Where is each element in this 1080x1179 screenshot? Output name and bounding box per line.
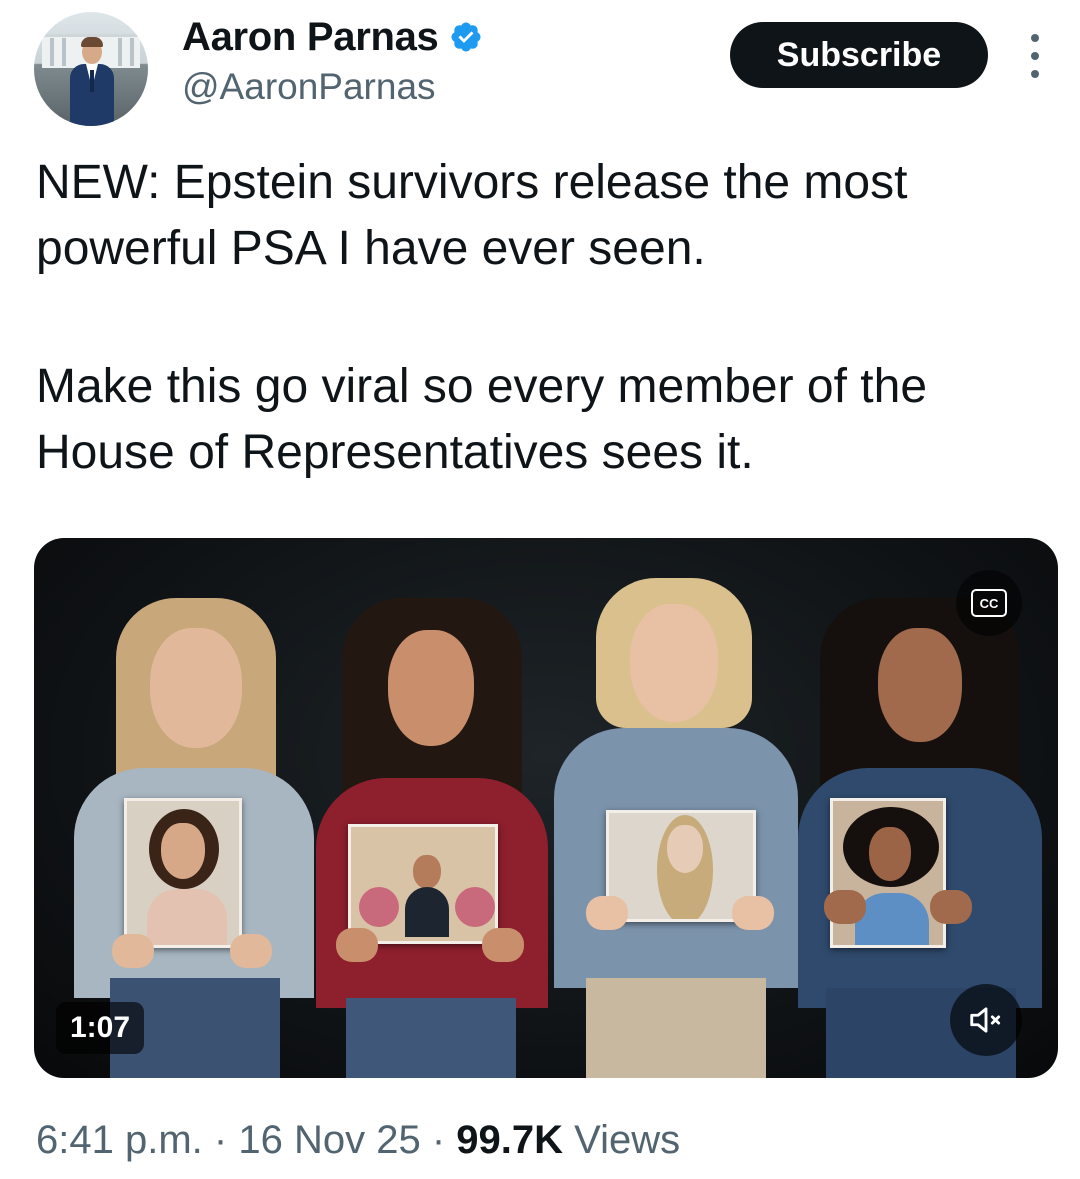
views-label: Views bbox=[574, 1118, 681, 1162]
meta-separator: · bbox=[431, 1118, 446, 1162]
tweet: Aaron Parnas @AaronParnas Subscribe NEW:… bbox=[0, 0, 1080, 1179]
tweet-text-paragraph: Make this go viral so every member of th… bbox=[36, 360, 928, 479]
mute-toggle-button[interactable] bbox=[950, 984, 1022, 1056]
video-frame-person bbox=[546, 558, 806, 1078]
avatar[interactable] bbox=[34, 12, 148, 126]
tweet-time[interactable]: 6:41 p.m. bbox=[36, 1118, 203, 1162]
video-frame-person bbox=[306, 578, 556, 1078]
author-name-row[interactable]: Aaron Parnas bbox=[182, 14, 483, 60]
held-photo bbox=[830, 798, 946, 948]
closed-captions-icon: CC bbox=[971, 589, 1007, 617]
tweet-meta: 6:41 p.m. · 16 Nov 25 · 99.7K Views bbox=[36, 1118, 680, 1163]
tweet-text-paragraph: NEW: Epstein survivors release the most … bbox=[36, 156, 908, 275]
views-count: 99.7K bbox=[456, 1118, 564, 1162]
closed-captions-button[interactable]: CC bbox=[956, 570, 1022, 636]
held-photo bbox=[348, 824, 498, 944]
video-duration: 1:07 bbox=[56, 1002, 145, 1054]
author-display-name[interactable]: Aaron Parnas bbox=[182, 15, 439, 60]
muted-speaker-icon bbox=[970, 1007, 1001, 1033]
author-handle[interactable]: @AaronParnas bbox=[182, 66, 436, 108]
video-player[interactable]: CC 1:07 bbox=[34, 538, 1058, 1078]
meta-separator: · bbox=[213, 1118, 228, 1162]
held-photo bbox=[124, 798, 242, 948]
subscribe-button[interactable]: Subscribe bbox=[730, 22, 988, 88]
more-options-icon[interactable] bbox=[1024, 34, 1046, 78]
verified-badge-icon[interactable] bbox=[449, 20, 483, 54]
tweet-date[interactable]: 16 Nov 25 bbox=[238, 1118, 420, 1162]
